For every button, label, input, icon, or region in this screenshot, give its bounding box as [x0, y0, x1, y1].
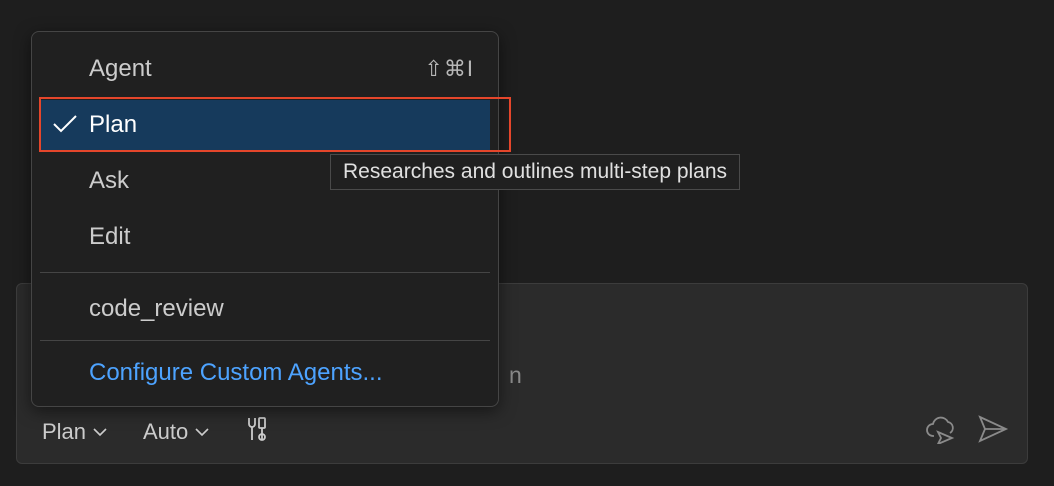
chevron-down-icon — [194, 426, 210, 438]
tools-button[interactable] — [243, 416, 271, 448]
menu-item-plan[interactable]: Plan — [40, 100, 490, 150]
chat-toolbar: Plan Auto — [17, 412, 1027, 452]
mode-picker-label: Plan — [42, 419, 87, 444]
menu-item-code-review[interactable]: code_review — [40, 284, 490, 334]
checkmark-icon — [52, 113, 78, 142]
menu-item-edit[interactable]: Edit — [40, 212, 490, 262]
mode-dropdown-menu: Agent ⇧⌘I Plan Ask Edit code_review Conf… — [31, 31, 499, 407]
menu-item-shortcut: ⇧⌘I — [424, 56, 474, 81]
cloud-delegate-icon — [925, 414, 959, 450]
cloud-delegate-button[interactable] — [925, 416, 959, 448]
mode-picker-button[interactable]: Plan — [42, 416, 108, 448]
menu-item-agent[interactable]: Agent ⇧⌘I — [40, 44, 490, 94]
chevron-down-icon — [92, 426, 108, 438]
configure-custom-agents-link[interactable]: Configure Custom Agents... — [40, 348, 490, 398]
menu-separator — [40, 340, 490, 341]
menu-item-label: Edit — [89, 223, 131, 250]
model-picker-label: Auto — [143, 419, 189, 444]
menu-item-label: code_review — [89, 295, 224, 322]
tooltip-text: Researches and outlines multi-step plans — [343, 160, 728, 183]
menu-item-label: Plan — [89, 111, 138, 138]
chat-input-text[interactable]: n — [509, 362, 522, 389]
model-picker-button[interactable]: Auto — [143, 416, 210, 448]
menu-separator — [40, 272, 490, 273]
send-button[interactable] — [977, 414, 1009, 450]
menu-item-label: Ask — [89, 167, 130, 194]
tools-icon — [243, 415, 271, 449]
send-icon — [977, 414, 1009, 450]
configure-custom-agents-label: Configure Custom Agents... — [89, 359, 383, 386]
menu-item-label: Agent — [89, 55, 152, 82]
tooltip: Researches and outlines multi-step plans — [330, 154, 741, 190]
